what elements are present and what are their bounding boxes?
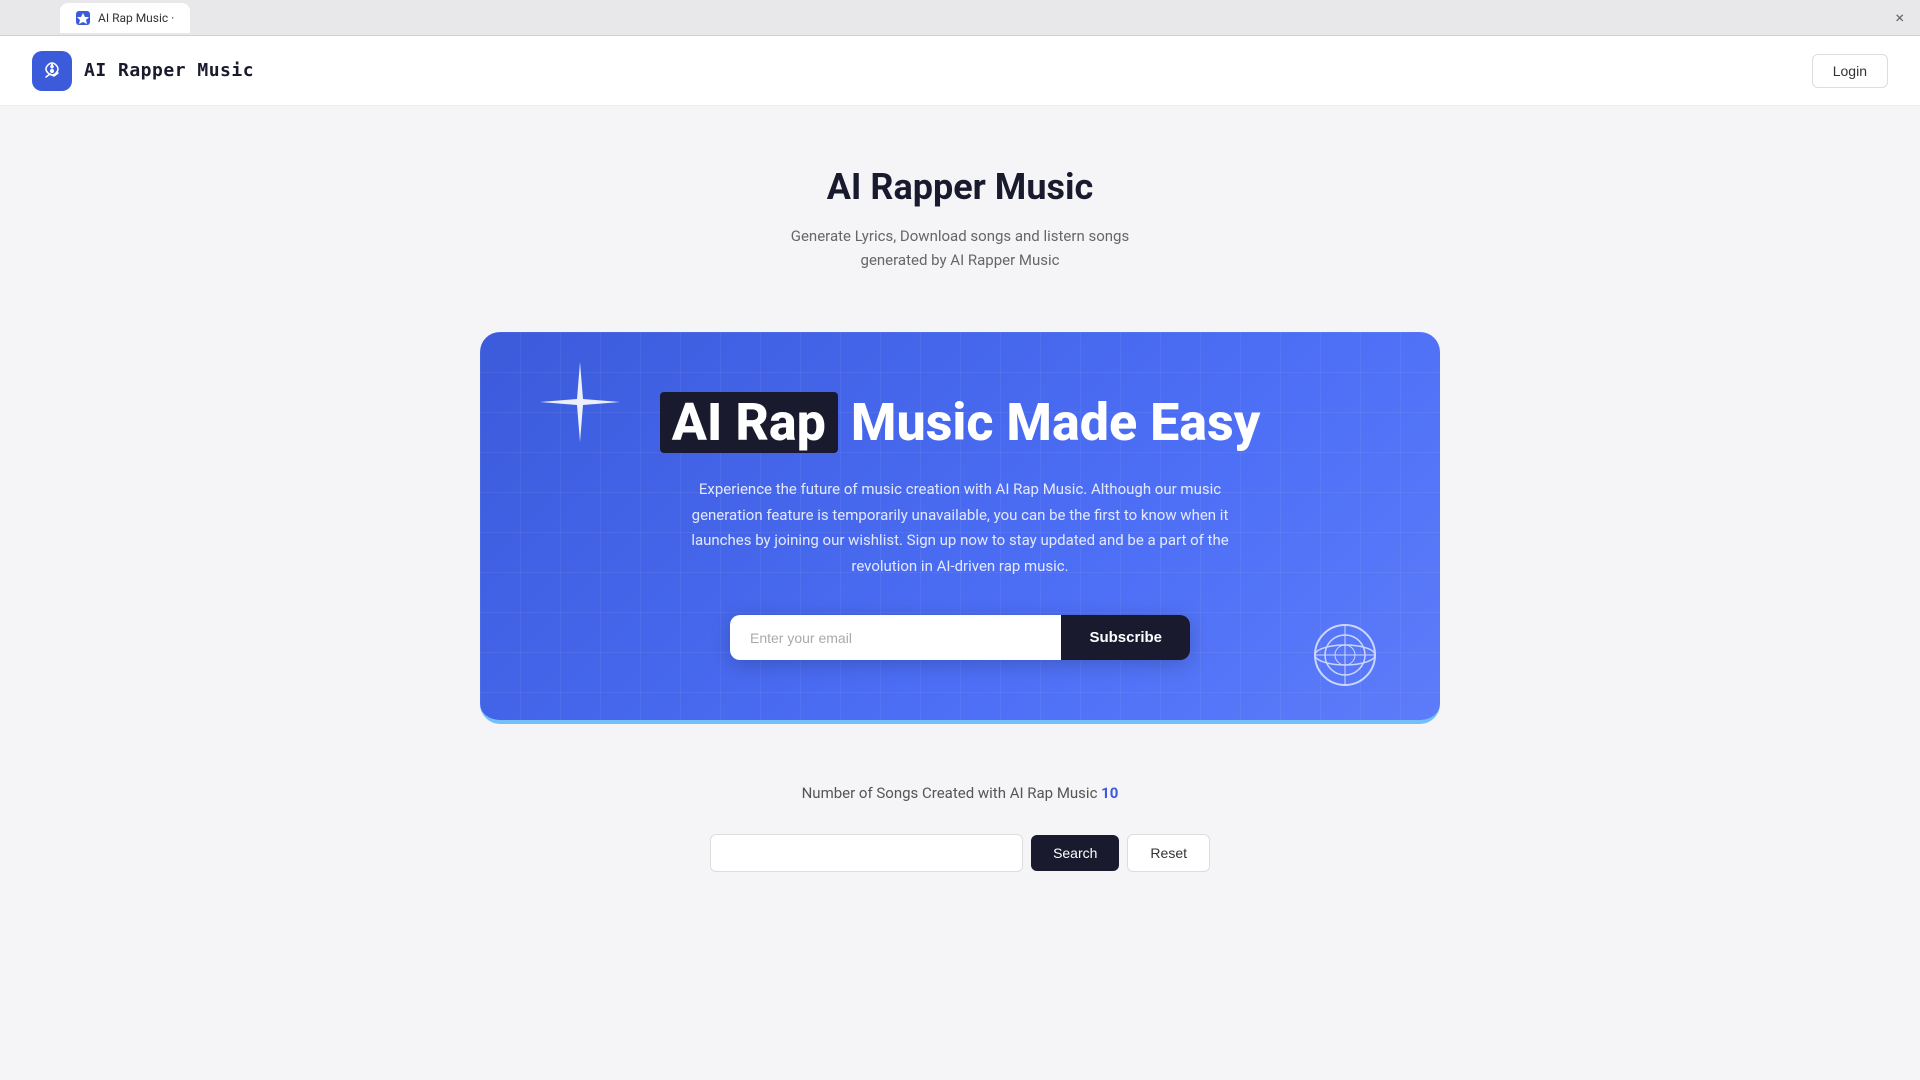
- brand-name: AI Rapper Music: [84, 60, 254, 81]
- browser-close-button[interactable]: ×: [1895, 8, 1904, 27]
- hero-description: Experience the future of music creation …: [680, 477, 1240, 579]
- stats-label: Number of Songs Created with AI Rap Musi…: [802, 784, 1098, 802]
- stats-count: 10: [1101, 784, 1118, 802]
- reset-button[interactable]: Reset: [1127, 834, 1210, 872]
- page-subtitle: Generate Lyrics, Download songs and list…: [710, 224, 1210, 272]
- search-button[interactable]: Search: [1031, 835, 1119, 871]
- tab-favicon: [76, 11, 90, 25]
- tab-title: AI Rap Music ·: [98, 11, 174, 25]
- brand: AI Rapper Music: [32, 51, 254, 91]
- login-button[interactable]: Login: [1812, 54, 1888, 88]
- navbar: AI Rapper Music Login: [0, 36, 1920, 106]
- hero-title-highlight: AI Rap: [660, 392, 838, 453]
- browser-bar: AI Rap Music · ×: [0, 0, 1920, 36]
- browser-tab[interactable]: AI Rap Music ·: [60, 3, 190, 33]
- hero-card: AI Rap Music Made Easy Experience the fu…: [480, 332, 1440, 724]
- search-section: Search Reset: [710, 834, 1210, 872]
- email-input[interactable]: [730, 615, 1061, 660]
- subscribe-form: Subscribe: [730, 615, 1190, 660]
- main-content: AI Rapper Music Generate Lyrics, Downloa…: [0, 106, 1920, 912]
- hero-content: AI Rap Music Made Easy Experience the fu…: [520, 392, 1400, 660]
- brand-logo: [32, 51, 72, 91]
- stats-section: Number of Songs Created with AI Rap Musi…: [20, 784, 1900, 802]
- subscribe-button[interactable]: Subscribe: [1061, 615, 1190, 660]
- hero-title: AI Rap Music Made Easy: [520, 392, 1400, 453]
- search-input[interactable]: [710, 834, 1023, 872]
- page-title: AI Rapper Music: [20, 166, 1900, 208]
